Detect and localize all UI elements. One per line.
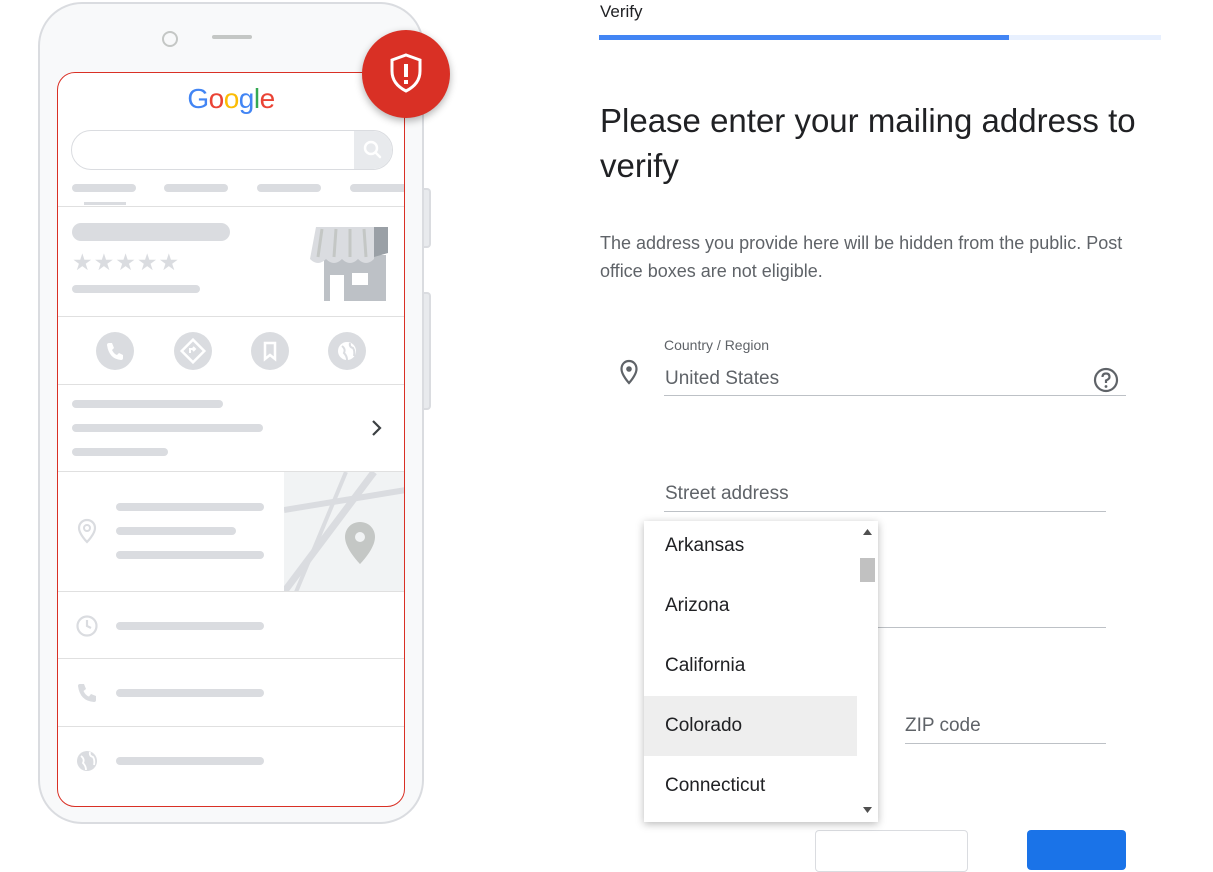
- mock-search-button: [354, 131, 392, 169]
- mock-text-line: [116, 689, 264, 697]
- progress-bar-fill: [599, 35, 1010, 40]
- page-title: Please enter your mailing address to ver…: [600, 102, 1136, 184]
- mock-text-line: [116, 503, 264, 511]
- mock-search-bar: [71, 130, 393, 170]
- phone-side-button: [424, 188, 431, 248]
- dropdown-scrollbar[interactable]: [857, 521, 878, 822]
- mock-text-line: [116, 551, 264, 559]
- scroll-up-arrow-icon[interactable]: [862, 528, 873, 536]
- country-region-value[interactable]: United States: [665, 368, 779, 390]
- mock-tab: [257, 184, 321, 192]
- mock-tab: [72, 184, 136, 192]
- phone-screen: Google ★★★★★: [57, 72, 405, 807]
- search-icon: [363, 140, 382, 159]
- divider: [58, 658, 404, 659]
- step-title: Verify: [600, 2, 643, 21]
- mock-text-line: [116, 527, 236, 535]
- dropdown-option[interactable]: Arizona: [644, 581, 857, 641]
- location-pin-icon: [77, 518, 97, 544]
- logo-letter: g: [238, 83, 255, 114]
- shield-alert-icon: [390, 53, 422, 93]
- divider: [58, 316, 404, 317]
- google-logo-text: Google: [187, 83, 276, 114]
- street-address-underline: [664, 511, 1106, 512]
- mock-text-line: [72, 400, 223, 408]
- chevron-right-icon: [372, 420, 382, 436]
- page-description: The address you provide here will be hid…: [600, 233, 1123, 281]
- state-dropdown-list[interactable]: Arkansas Arizona California Colorado Con…: [644, 521, 878, 822]
- phone-icon: [78, 684, 96, 702]
- logo-letter: G: [187, 83, 209, 114]
- mock-text-line: [116, 757, 264, 765]
- call-action-icon: [96, 332, 134, 370]
- mock-text-line: [116, 622, 264, 630]
- save-action-icon: [251, 332, 289, 370]
- mock-tab-indicator: [84, 202, 126, 205]
- logo-letter: o: [223, 83, 240, 114]
- google-logo: Google: [58, 83, 404, 115]
- dropdown-option-highlighted[interactable]: Colorado: [644, 696, 857, 756]
- security-alert-badge: [362, 30, 450, 118]
- divider: [58, 726, 404, 727]
- logo-letter: o: [208, 83, 225, 114]
- location-pin-icon: [620, 359, 638, 385]
- directions-action-icon: [174, 332, 212, 370]
- next-button[interactable]: [1027, 830, 1126, 870]
- phone-speaker: [212, 35, 252, 39]
- dropdown-option[interactable]: Connecticut: [644, 761, 857, 821]
- country-region-underline: [664, 395, 1126, 396]
- logo-letter: e: [259, 83, 276, 114]
- phone-volume-button: [424, 292, 431, 410]
- progress-bar: [599, 35, 1161, 40]
- divider: [58, 591, 404, 592]
- scroll-down-arrow-icon[interactable]: [862, 806, 873, 814]
- dropdown-option[interactable]: California: [644, 641, 857, 701]
- mock-business-name: [72, 223, 230, 241]
- divider: [58, 206, 404, 207]
- rating-stars: ★★★★★: [72, 249, 181, 275]
- zip-code-underline: [905, 743, 1106, 744]
- country-region-label: Country / Region: [664, 337, 770, 353]
- help-circle-icon[interactable]: [1092, 366, 1120, 394]
- mock-tab: [350, 184, 404, 192]
- phone-camera: [162, 31, 178, 47]
- dropdown-option[interactable]: Arkansas: [644, 521, 857, 581]
- mock-tab: [164, 184, 228, 192]
- clock-icon: [76, 615, 98, 637]
- zip-code-placeholder[interactable]: ZIP code: [905, 715, 981, 737]
- globe-icon: [77, 751, 97, 771]
- scrollbar-thumb[interactable]: [860, 558, 875, 582]
- mock-text-line: [72, 424, 263, 432]
- storefront-icon: [310, 227, 388, 301]
- map-thumbnail: [284, 472, 404, 592]
- website-action-icon: [328, 332, 366, 370]
- mock-business-detail: [72, 285, 200, 293]
- street-address-placeholder[interactable]: Street address: [665, 483, 789, 505]
- divider: [58, 384, 404, 385]
- back-button[interactable]: [815, 830, 968, 872]
- mock-text-line: [72, 448, 168, 456]
